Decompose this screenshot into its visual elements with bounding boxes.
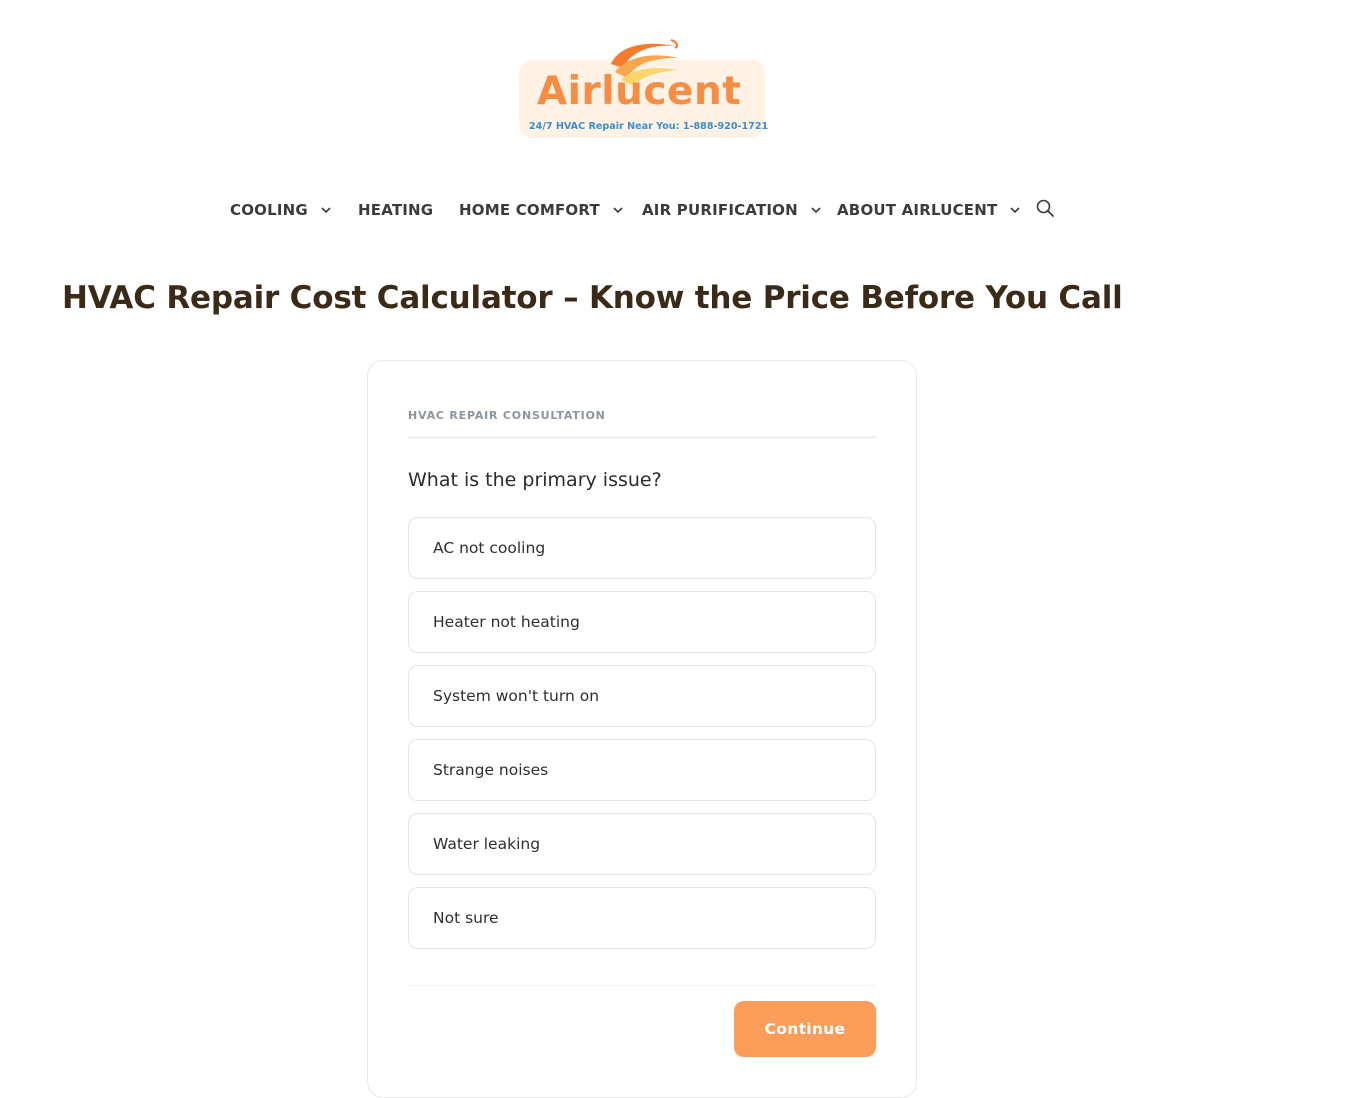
- card-divider: [408, 985, 876, 986]
- quiz-progress-bar: [408, 436, 876, 439]
- page: Airlucent 24/7 HVAC Repair Near You: 1-8…: [0, 0, 1369, 1098]
- chevron-down-icon: [1010, 206, 1020, 214]
- nav-item-about-airlucent[interactable]: ABOUT AIRLUCENT: [837, 196, 1020, 224]
- page-title: HVAC Repair Cost Calculator – Know the P…: [62, 280, 1123, 316]
- repair-quiz-card: HVAC REPAIR CONSULTATION What is the pri…: [367, 360, 917, 1098]
- quiz-question: What is the primary issue?: [408, 469, 662, 491]
- option-label: Water leaking: [433, 835, 541, 853]
- option-heater-not-heating[interactable]: Heater not heating: [408, 591, 876, 653]
- option-ac-not-cooling[interactable]: AC not cooling: [408, 517, 876, 579]
- logo-tagline: 24/7 HVAC Repair Near You: 1-888-920-172…: [529, 121, 769, 132]
- option-label: Not sure: [433, 909, 499, 927]
- nav-item-label: HEATING: [358, 201, 434, 219]
- nav-item-air-purification[interactable]: AIR PURIFICATION: [642, 196, 821, 224]
- quiz-kicker: HVAC REPAIR CONSULTATION: [408, 409, 606, 422]
- option-not-sure[interactable]: Not sure: [408, 887, 876, 949]
- option-label: Heater not heating: [433, 613, 580, 631]
- nav-item-heating[interactable]: HEATING: [358, 196, 433, 224]
- chevron-down-icon: [811, 206, 821, 214]
- nav-item-label: HOME COMFORT: [459, 201, 600, 219]
- option-water-leaking[interactable]: Water leaking: [408, 813, 876, 875]
- nav-item-home-comfort[interactable]: HOME COMFORT: [459, 196, 623, 224]
- nav-item-label: ABOUT AIRLUCENT: [837, 201, 998, 219]
- chevron-down-icon: [321, 206, 331, 214]
- option-label: System won't turn on: [433, 687, 600, 705]
- nav-item-label: COOLING: [230, 201, 308, 219]
- option-label: AC not cooling: [433, 539, 546, 557]
- option-strange-noises[interactable]: Strange noises: [408, 739, 876, 801]
- option-label: Strange noises: [433, 761, 549, 779]
- chevron-down-icon: [613, 206, 623, 214]
- site-logo[interactable]: Airlucent 24/7 HVAC Repair Near You: 1-8…: [517, 38, 769, 140]
- logo-wordmark: Airlucent: [537, 69, 742, 114]
- search-icon[interactable]: [1035, 198, 1055, 222]
- nav-item-cooling[interactable]: COOLING: [230, 196, 331, 224]
- continue-button[interactable]: Continue: [734, 1001, 876, 1057]
- option-system-wont-turn-on[interactable]: System won't turn on: [408, 665, 876, 727]
- main-navigation: COOLING HEATING HOME COMFORT AIR PURIFIC…: [0, 196, 1369, 224]
- nav-item-label: AIR PURIFICATION: [642, 201, 798, 219]
